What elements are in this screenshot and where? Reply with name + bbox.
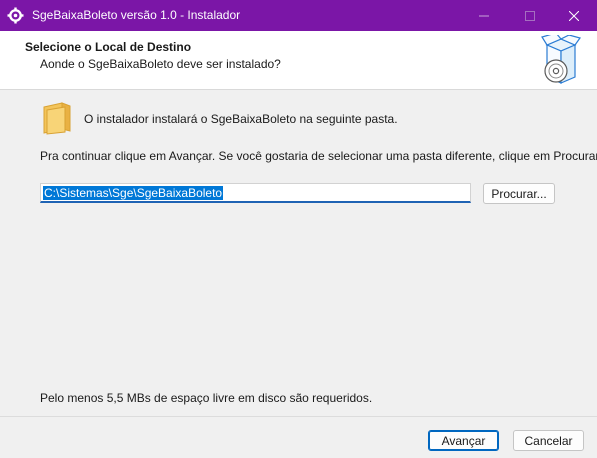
instruction-text: Pra continuar clique em Avançar. Se você… xyxy=(40,149,597,163)
path-selected-text: C:\Sistemas\Sge\SgeBaixaBoleto xyxy=(43,186,224,200)
app-icon xyxy=(7,7,24,24)
folder-icon xyxy=(43,102,71,135)
window-title: SgeBaixaBoleto versão 1.0 - Instalador xyxy=(32,8,241,22)
footer-divider xyxy=(0,416,597,417)
disk-space-text: Pelo menos 5,5 MBs de espaço livre em di… xyxy=(40,391,373,405)
header-panel: Selecione o Local de Destino Aonde o Sge… xyxy=(0,31,597,90)
next-button[interactable]: Avançar xyxy=(428,430,499,451)
title-bar[interactable]: SgeBaixaBoleto versão 1.0 - Instalador xyxy=(0,0,597,31)
maximize-icon xyxy=(525,10,535,21)
maximize-button[interactable] xyxy=(507,0,553,31)
minimize-button[interactable] xyxy=(461,0,507,31)
page-subtitle: Aonde o SgeBaixaBoleto deve ser instalad… xyxy=(40,57,281,71)
minimize-icon xyxy=(479,15,489,16)
cancel-button[interactable]: Cancelar xyxy=(513,430,584,451)
browse-button[interactable]: Procurar... xyxy=(483,183,555,204)
install-intro-text: O instalador instalará o SgeBaixaBoleto … xyxy=(84,112,398,126)
installer-window: SgeBaixaBoleto versão 1.0 - Instalador S… xyxy=(0,0,597,458)
page-title: Selecione o Local de Destino xyxy=(25,40,192,54)
destination-path-input[interactable]: C:\Sistemas\Sge\SgeBaixaBoleto xyxy=(40,183,471,203)
close-icon xyxy=(569,10,579,21)
close-button[interactable] xyxy=(551,0,597,31)
setup-box-disc-icon xyxy=(541,35,581,84)
